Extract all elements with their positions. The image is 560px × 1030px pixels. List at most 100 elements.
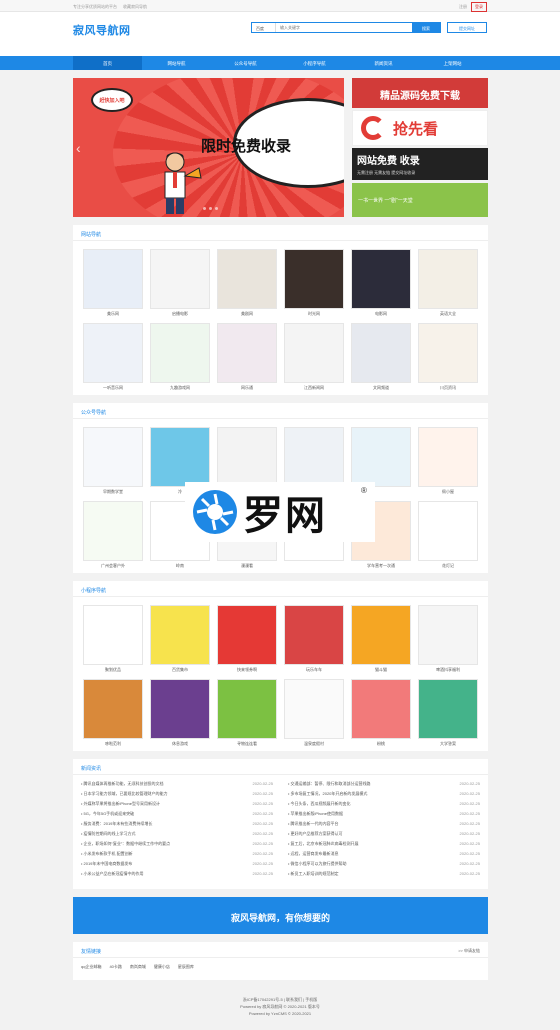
top-link[interactable]: 收藏寂风导航 [123, 4, 147, 10]
news-title[interactable]: • 今日头条，西瓜视频展开新的变化 [288, 801, 351, 810]
nav-card[interactable]: 佩小屋 [418, 427, 478, 494]
site-logo[interactable]: 寂风导航网 [73, 22, 131, 38]
carousel-next-icon[interactable]: › [336, 140, 341, 156]
search-engine-select[interactable]: 百度 [252, 23, 276, 32]
news-item[interactable]: • 外媒称苹果将推出新iPhone型号采用新设计 2020-02-25 [81, 801, 273, 810]
nav-card[interactable]: 文网频道 [351, 323, 411, 390]
news-title[interactable]: • 疫情防控期间的线上学习方式 [81, 831, 136, 840]
news-title[interactable]: • 远程，运营商发布最新消息 [288, 851, 339, 860]
ad-free-listing[interactable]: 网站免费 收录 无需注册 无需友链 提交网址收录 [352, 148, 488, 180]
nav-card[interactable]: 时光网 [284, 249, 344, 316]
nav-card[interactable]: 快来领券啊 [217, 605, 277, 672]
banner-carousel[interactable]: 赶快加入吧 限时免费收录 ‹ › [73, 78, 344, 217]
nav-card[interactable]: 启播电影 [150, 249, 210, 316]
news-title[interactable]: • 2019年末中国电商数据发布 [81, 861, 132, 870]
ad-book-world[interactable]: 一书一世界 一“剧”一天堂 [352, 183, 488, 217]
search-button[interactable]: 搜索 [412, 23, 440, 32]
news-date: 2020-02-25 [252, 781, 273, 786]
news-item[interactable]: • 腾讯推出新一代的内容平台 2020-02-25 [288, 821, 480, 830]
nav-card[interactable]: 网乐通 [217, 323, 277, 390]
news-item[interactable]: • 5G，今年5G手机或迎来突破 2020-02-25 [81, 811, 273, 820]
news-item[interactable]: • 疫情防控期间的线上学习方式 2020-02-25 [81, 831, 273, 840]
news-title[interactable]: • 日本学习能力领域，已要规比较管理财产的能力 [81, 791, 168, 800]
friend-link[interactable]: 40卡路 [109, 964, 121, 970]
news-title[interactable]: • 交通运输部：暂停、限行和取消部分运营线路 [288, 781, 371, 790]
register-button[interactable]: 登录 [471, 2, 487, 12]
news-item[interactable]: • 企业，职场如何“复业”：数据中继续工作中的要点 2020-02-25 [81, 841, 273, 850]
news-item[interactable]: • 交通运输部：暂停、限行和取消部分运营线路 2020-02-25 [288, 781, 480, 790]
news-title[interactable]: • 复工后，北京市新冠肺炎病毒检测开展 [288, 841, 359, 850]
news-item[interactable]: • 复工后，北京市新冠肺炎病毒检测开展 2020-02-25 [288, 841, 480, 850]
nav-card[interactable]: 九趣游戏网 [150, 323, 210, 390]
nav-item-official[interactable]: 公众号导航 [211, 56, 280, 70]
nav-card[interactable]: 休息游戏 [150, 679, 210, 746]
nav-card[interactable]: 电影网 [351, 249, 411, 316]
news-item[interactable]: • 苹果推出新版iPhone使用数据 2020-02-25 [288, 811, 480, 820]
nav-card[interactable]: 川页资讯 [418, 323, 478, 390]
login-link[interactable]: 注册 [459, 4, 467, 10]
news-title[interactable]: • 腾讯推出新一代的内容平台 [288, 821, 339, 830]
nav-card[interactable]: 啤酒抖享福利 [418, 605, 478, 672]
nav-item-news[interactable]: 新闻资讯 [349, 56, 418, 70]
nav-card[interactable]: 猫斗猫 [351, 605, 411, 672]
nav-card[interactable]: 花灯记 [418, 501, 478, 568]
search-input[interactable] [276, 23, 412, 32]
news-title[interactable]: • 5G，今年5G手机或迎来突破 [81, 811, 134, 820]
nav-card[interactable]: 江西新闻网 [284, 323, 344, 390]
news-title[interactable]: • 苹果推出新版iPhone使用数据 [288, 811, 343, 820]
news-item[interactable]: • 多市场复工情况，2020年开启新的发展模式 2020-02-25 [288, 791, 480, 800]
news-title[interactable]: • 服务消费：2019年末有些消费持续增长 [81, 821, 152, 830]
news-title[interactable]: • 多市场复工情况，2020年开启新的发展模式 [288, 791, 367, 800]
news-item[interactable]: • 远程，运营商发布最新消息 2020-02-25 [288, 851, 480, 860]
nav-card[interactable]: 英语大全 [418, 249, 478, 316]
carousel-prev-icon[interactable]: ‹ [76, 140, 81, 156]
ad-watch-first[interactable]: 抢先看 [352, 110, 488, 146]
news-title[interactable]: • 更好的产品推荐方案获得认可 [288, 831, 343, 840]
nav-card[interactable]: 百货集市 [150, 605, 210, 672]
nav-item-submit[interactable]: 上架网站 [418, 56, 487, 70]
news-item[interactable]: • 微信小程序可以为旅行提供帮助 2020-02-25 [288, 861, 480, 870]
nav-card[interactable]: 粉桃 [351, 679, 411, 746]
friend-link[interactable]: 星辰图库 [178, 964, 194, 970]
friend-link[interactable]: 健康小店 [154, 964, 170, 970]
nav-card[interactable]: 玩乐车车 [284, 605, 344, 672]
news-title[interactable]: • 新员工入职培训的规范制定 [288, 871, 339, 880]
news-item[interactable]: • 腾讯自媒体再推新功能，无须科技创投的文档 2020-02-25 [81, 781, 273, 790]
news-title[interactable]: • 小米公益产品在新冠疫情中的作用 [81, 871, 144, 880]
news-item[interactable]: • 服务消费：2019年末有些消费持续增长 2020-02-25 [81, 821, 273, 830]
nav-card[interactable]: 聚划优品 [83, 605, 143, 672]
apply-link[interactable]: >> 申请友链 [458, 948, 480, 954]
nav-item-home[interactable]: 首页 [73, 56, 142, 70]
cta-banner[interactable]: 寂风导航网，有你想要的 [73, 897, 488, 934]
nav-card[interactable]: 温泉度假村 [284, 679, 344, 746]
nav-card[interactable]: 美剧网 [217, 249, 277, 316]
news-title[interactable]: • 腾讯自媒体再推新功能，无须科技创投的文档 [81, 781, 164, 790]
news-title[interactable]: • 小米发布新款手机 配置创新 [81, 851, 133, 860]
nav-item-miniapp[interactable]: 小程序导航 [280, 56, 349, 70]
friend-link[interactable]: qq企业邮箱 [81, 964, 101, 970]
news-item[interactable]: • 今日头条，西瓜视频展开新的变化 2020-02-25 [288, 801, 480, 810]
news-item[interactable]: • 小米发布新款手机 配置创新 2020-02-25 [81, 851, 273, 860]
news-item[interactable]: • 日本学习能力领域，已要规比较管理财产的能力 2020-02-25 [81, 791, 273, 800]
nav-card[interactable]: 广州会客户外 [83, 501, 143, 568]
news-title[interactable]: • 微信小程序可以为旅行提供帮助 [288, 861, 347, 870]
top-link[interactable]: 专注分享优质网站的平台 [73, 4, 117, 10]
news-title[interactable]: • 企业，职场如何“复业”：数据中继续工作中的要点 [81, 841, 170, 850]
carousel-dots[interactable] [203, 207, 218, 210]
nav-card[interactable]: 一听音乐网 [83, 323, 143, 390]
news-item[interactable]: • 小米公益产品在新冠疫情中的作用 2020-02-25 [81, 871, 273, 880]
news-item[interactable]: • 更好的产品推荐方案获得认可 2020-02-25 [288, 831, 480, 840]
news-item[interactable]: • 2019年末中国电商数据发布 2020-02-25 [81, 861, 273, 870]
nav-item-websites[interactable]: 网站导航 [142, 56, 211, 70]
news-title[interactable]: • 外媒称苹果将推出新iPhone型号采用新设计 [81, 801, 160, 810]
watermark-text: 罗网 [243, 494, 327, 538]
news-item[interactable]: • 新员工入职培训的规范制定 2020-02-25 [288, 871, 480, 880]
nav-card[interactable]: 美乐网 [83, 249, 143, 316]
nav-card[interactable]: 早期数学堂 [83, 427, 143, 494]
nav-card[interactable]: 哆啦范利 [83, 679, 143, 746]
nav-card[interactable]: 大学答案 [418, 679, 478, 746]
ad-source-code[interactable]: 精品源码免费下载 [352, 78, 488, 108]
nav-card[interactable]: 寻物连连看 [217, 679, 277, 746]
submit-site-button[interactable]: 提交网址 [447, 22, 487, 33]
friend-link[interactable]: 南岚商城 [130, 964, 146, 970]
